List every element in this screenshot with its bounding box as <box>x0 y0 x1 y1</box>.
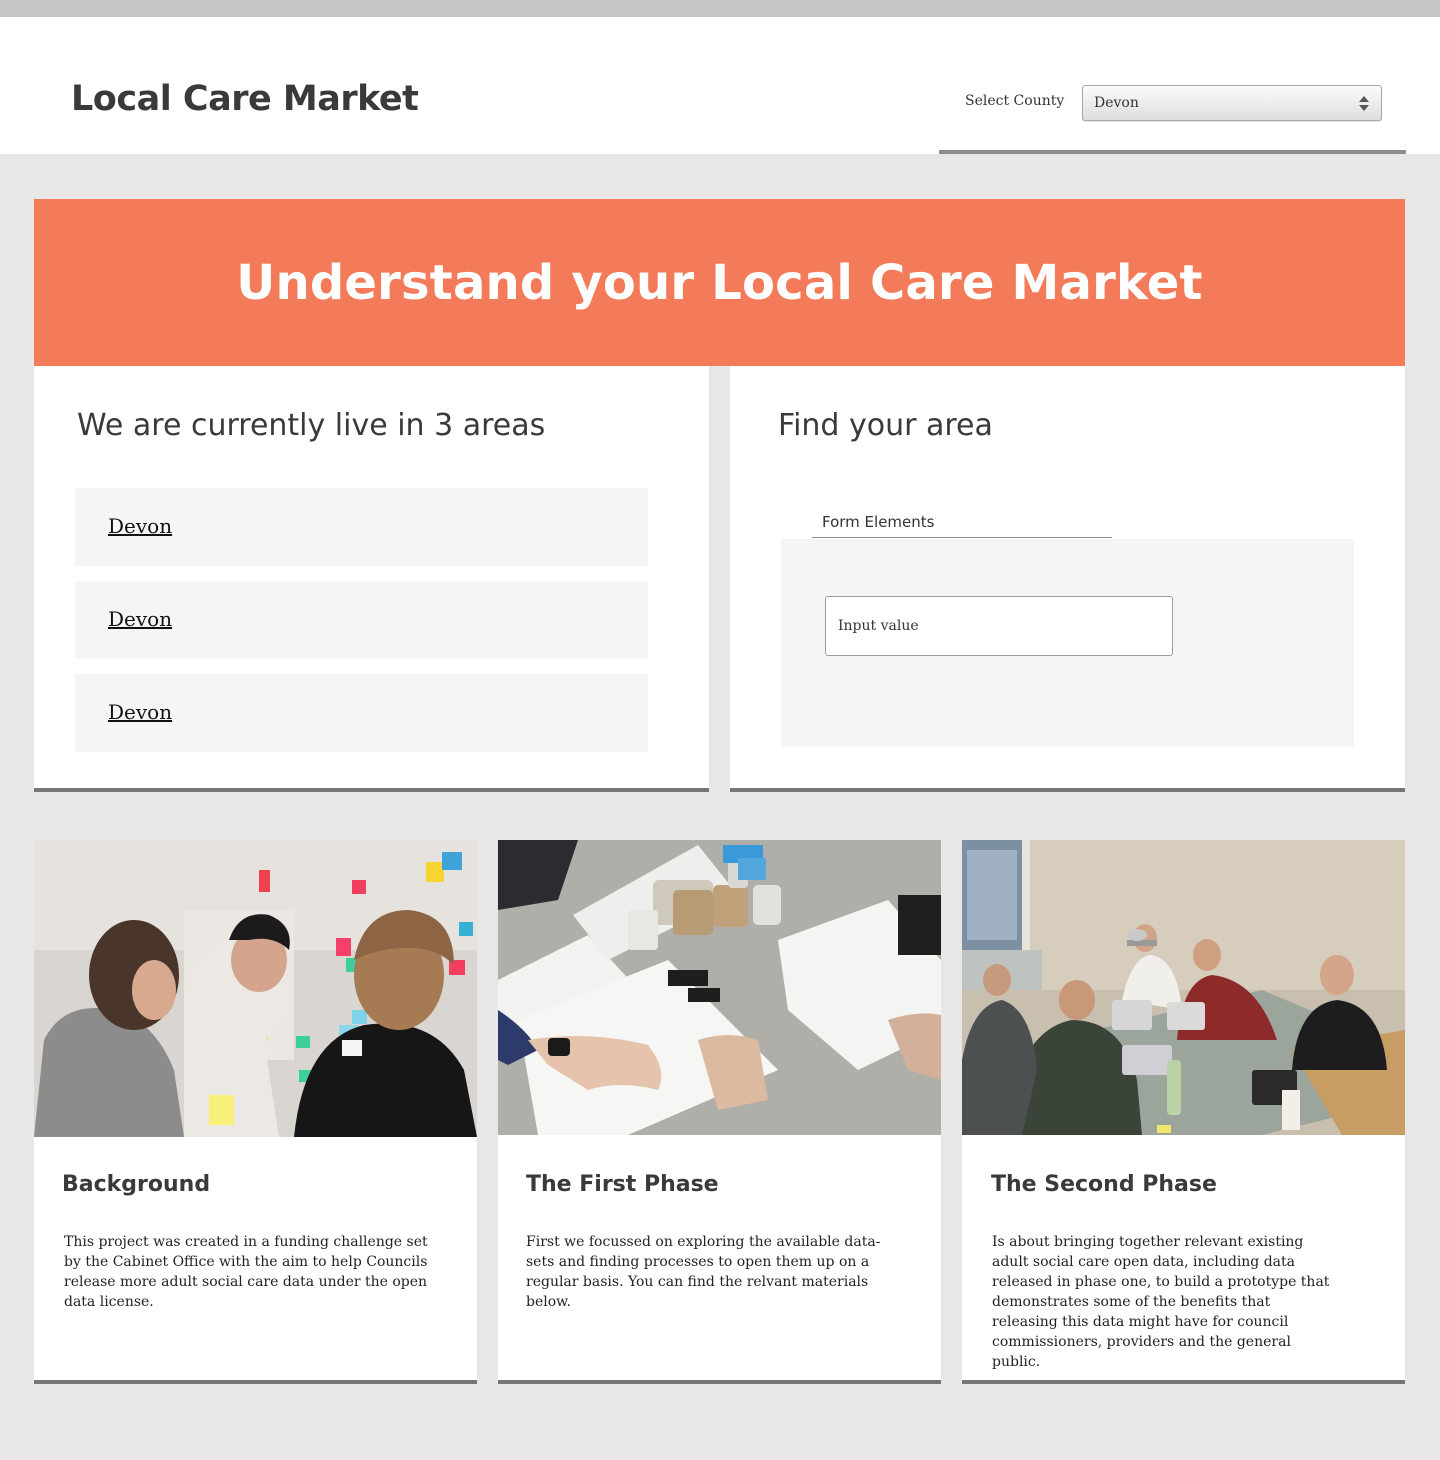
county-select[interactable]: Devon <box>1082 85 1382 121</box>
area-link[interactable]: Devon <box>108 607 172 631</box>
top-strip <box>0 0 1440 17</box>
first-phase-card: The First Phase First we focussed on exp… <box>498 840 941 1384</box>
select-arrows-icon <box>1359 95 1369 113</box>
live-areas-panel: We are currently live in 3 areas Devon D… <box>34 366 709 792</box>
background-card: Background This project was created in a… <box>34 840 477 1384</box>
county-select-label: Select County <box>965 93 1065 109</box>
county-select-value: Devon <box>1094 95 1139 111</box>
card-text: Is about bringing together relevant exis… <box>992 1234 1330 1370</box>
hero-title: Understand your Local Care Market <box>236 255 1203 311</box>
find-area-heading: Find your area <box>778 408 993 443</box>
card-title: Background <box>62 1172 211 1197</box>
live-areas-heading: We are currently live in 3 areas <box>77 408 546 443</box>
card-text: This project was created in a funding ch… <box>64 1234 428 1310</box>
header-underline <box>939 150 1406 154</box>
second-phase-card: The Second Phase Is about bringing toget… <box>962 840 1405 1384</box>
hero-banner: Understand your Local Care Market <box>34 199 1405 366</box>
card-title: The First Phase <box>526 1172 719 1197</box>
card-title: The Second Phase <box>991 1172 1217 1197</box>
area-search-input[interactable] <box>825 596 1173 656</box>
team-meeting-photo <box>962 840 1405 1135</box>
workshop-photo-wall <box>34 840 477 1137</box>
site-title[interactable]: Local Care Market <box>71 79 419 119</box>
area-link[interactable]: Devon <box>108 700 172 724</box>
area-list-item: Devon <box>75 488 648 566</box>
area-link[interactable]: Devon <box>108 514 172 538</box>
tab-form-elements-label: Form Elements <box>822 513 935 531</box>
area-list-item: Devon <box>75 581 648 659</box>
site-header: Local Care Market Select County Devon <box>0 17 1440 154</box>
area-list-item: Devon <box>75 674 648 752</box>
find-area-panel: Find your area Form Elements <box>730 366 1405 792</box>
tab-form-elements[interactable]: Form Elements <box>812 513 1112 538</box>
form-box <box>781 539 1354 747</box>
workshop-photo-table <box>498 840 941 1135</box>
card-text: First we focussed on exploring the avail… <box>526 1234 881 1310</box>
